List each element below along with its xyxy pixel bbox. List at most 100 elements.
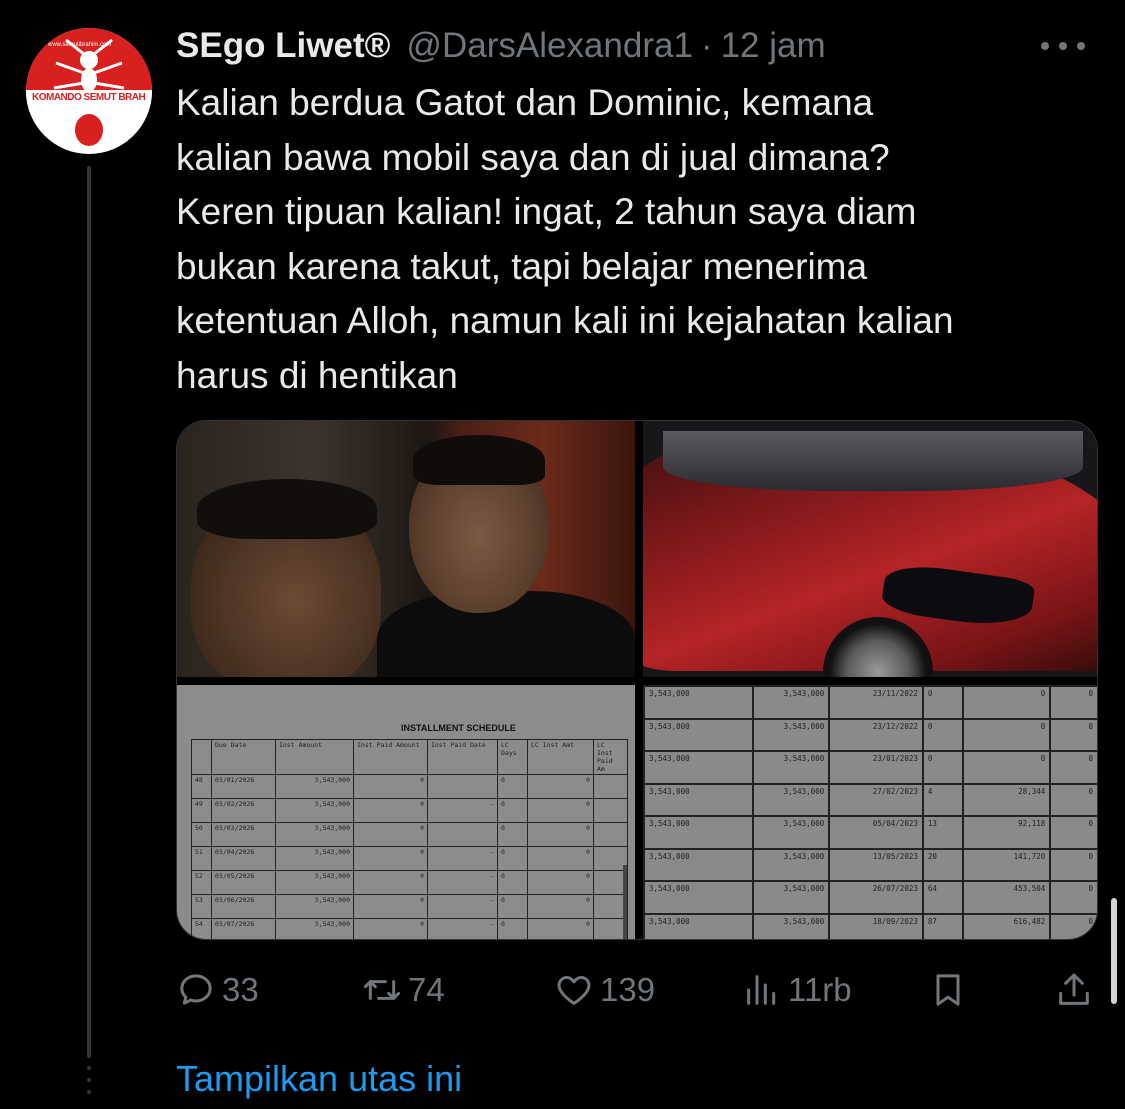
cell: 3,543,000 [275,870,354,895]
cell: 3,543,000 [643,880,755,915]
cell: 3,543,000 [275,894,354,919]
cell: 54 [191,918,212,939]
cell: 0 [353,918,428,939]
cell: 3,543,000 [275,822,354,847]
cell: 0 [497,774,528,799]
like-icon [557,976,591,1005]
cell: 0 [1049,717,1097,752]
cell [593,774,628,799]
photo-selfie[interactable] [177,421,635,677]
cell: 3,543,000 [752,815,831,850]
table-row: 3,543,000 3,543,000 13/05/2023 20 141,720 0 [643,847,1097,882]
cell: 3,543,000 [275,774,354,799]
cell: - [427,918,498,939]
table-row: 51 03/04/2026 3,543,000 0-0 0 [191,846,628,871]
cell: 03/06/2026 [211,894,276,919]
avatar[interactable]: www.semutibrahim.com KOMANDO SEMUT BRAH [26,28,152,154]
cell: 20 [921,847,964,882]
table-row: 3,543,000 3,543,000 23/01/2023 0 0 0 [643,750,1097,785]
views-button[interactable]: 11rb [742,960,852,1020]
cell: 52 [191,870,212,895]
cell: 03/07/2026 [211,918,276,939]
user-handle[interactable]: @DarsAlexandra1 [406,26,693,66]
show-thread-link[interactable]: Tampilkan utas ini [176,1058,462,1100]
cell: 0 [1049,685,1097,720]
cell: 3,543,000 [275,798,354,823]
scrollbar[interactable] [1111,898,1117,1004]
media-grid: INSTALLMENT SCHEDULE Due Date Inst Amoun… [176,420,1098,940]
cell: 0 [527,822,594,847]
reply-icon [180,974,212,1005]
bookmark-button[interactable] [928,960,968,1020]
cell: 3,543,000 [643,685,755,720]
payment-table: 3,543,000 3,543,000 23/11/2022 0 0 0 3,543,00… [643,685,1097,939]
bookmark-icon [936,974,960,1006]
photo-car-window [663,431,1083,491]
cell: 453,504 [961,880,1052,915]
cell: 26/07/2023 [828,880,924,915]
cell: 05/04/2023 [828,815,924,850]
reply-count: 33 [222,971,259,1008]
cell: 4 [921,782,964,817]
cell: 0 [497,822,528,847]
table-row: 3,543,000 3,543,000 23/11/2022 0 0 0 [643,685,1097,720]
tweet-time[interactable]: 12 jam [721,26,826,66]
col-header: LC Inst Paid Am [593,739,628,775]
cell: 03/01/2026 [211,774,276,799]
like-button[interactable]: 139 [554,960,655,1020]
col-header: Inst Amount [275,739,354,775]
cell: 13 [921,815,964,850]
cell: 0 [527,846,594,871]
cell: 0 [527,870,594,895]
share-button[interactable] [1054,960,1094,1020]
separator: · [700,26,713,65]
cell: 0 [497,846,528,871]
photo-installment-schedule[interactable]: INSTALLMENT SCHEDULE Due Date Inst Amoun… [177,685,635,939]
table-row: 3,543,000 3,543,000 27/02/2023 4 28,344 0 [643,782,1097,817]
cell: - [427,798,498,823]
cell: - [427,846,498,871]
table-row: 3,543,000 3,543,000 23/12/2022 0 0 0 [643,717,1097,752]
more-icon[interactable] [1037,36,1089,56]
cell: 3,543,000 [752,912,831,939]
cell: 3,543,000 [643,750,755,785]
cell: 0 [1049,815,1097,850]
cell [593,798,628,823]
cell: 0 [961,717,1052,752]
display-name[interactable]: SEgo Liwet® [176,26,390,66]
cell: 3,543,000 [752,750,831,785]
cell: 0 [527,918,594,939]
col-header: Inst Paid Date [427,739,498,775]
doc-scroll-mark [623,865,627,939]
cell: 28,344 [961,782,1052,817]
photo-car[interactable] [643,421,1097,677]
col-header: Due Date [211,739,276,775]
table-row: 48 03/01/2026 3,543,000 0 0 0 [191,774,628,799]
cell: 3,543,000 [752,880,831,915]
photo-car-headlight [880,560,1036,632]
cell: 141,720 [961,847,1052,882]
photo-payment-history[interactable]: 3,543,000 3,543,000 23/11/2022 0 0 0 3,543,00… [643,685,1097,939]
reply-button[interactable]: 33 [176,960,259,1020]
table-row: 3,543,000 3,543,000 18/09/2023 87 616,482 0 [643,912,1097,939]
cell: 0 [497,918,528,939]
like-count: 139 [600,971,656,1008]
cell: 0 [1049,880,1097,915]
retweet-button[interactable]: 74 [362,960,445,1020]
cell: 0 [527,774,594,799]
cell: 0 [1049,782,1097,817]
retweet-count: 74 [408,971,445,1008]
cell: - [427,870,498,895]
thread-dots [85,1066,93,1102]
cell: 03/02/2026 [211,798,276,823]
cell: 3,543,000 [275,846,354,871]
cell: 03/03/2026 [211,822,276,847]
cell: 0 [1049,912,1097,939]
cell: 87 [921,912,964,939]
views-count: 11rb [788,971,852,1008]
cell: 3,543,000 [752,685,831,720]
cell: 0 [353,894,428,919]
cell: 3,543,000 [643,847,755,882]
table-row: 3,543,000 3,543,000 26/07/2023 64 453,504 0 [643,880,1097,915]
cell: 48 [191,774,212,799]
